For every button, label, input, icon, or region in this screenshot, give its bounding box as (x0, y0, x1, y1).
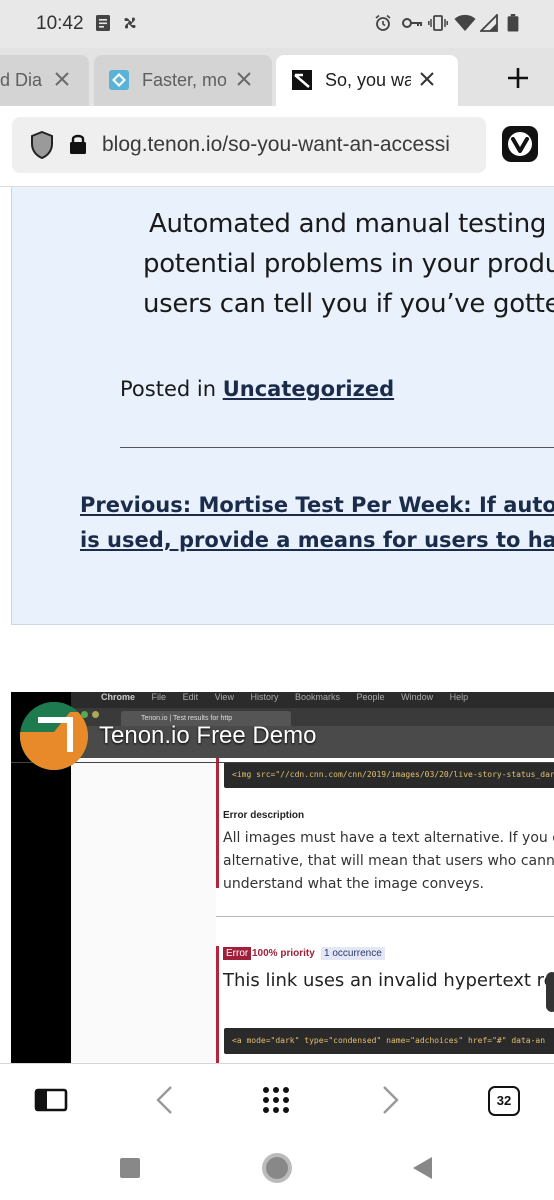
article-text-line: users can tell you if you’ve gotten (143, 289, 554, 319)
notes-icon (96, 15, 110, 31)
error-accent-bar (216, 758, 219, 888)
back-icon[interactable] (147, 1082, 183, 1118)
posted-in-label: Posted in (120, 377, 217, 401)
tab-strip: d Dia Faster, mo So, you wa (0, 48, 554, 106)
error-description-label: Error description (223, 810, 305, 821)
code-snippet: <a mode="dark" type="condensed" name="ad… (224, 1028, 554, 1054)
vibrate-icon (428, 15, 448, 31)
video-screen-sidebar (71, 758, 217, 1063)
wifi-icon (454, 14, 476, 31)
tab-1[interactable]: d Dia (0, 55, 89, 106)
video-player[interactable]: Chrome File Edit View History Bookmarks … (11, 692, 554, 1063)
vivaldi-logo-icon (508, 132, 532, 156)
article-text-line: potential problems in your produ (143, 249, 554, 279)
occurrence-badge: 1 occurrence (321, 947, 385, 960)
speed-dial-grid-icon[interactable] (258, 1082, 294, 1118)
channel-avatar[interactable] (20, 702, 88, 770)
lock-icon (70, 134, 86, 154)
priority-badge: 100% priority (252, 948, 315, 959)
code-snippet: <img src="//cdn.cnn.com/cnn/2019/images/… (224, 762, 554, 788)
issue-title: This link uses an invalid hypertext ref (223, 970, 554, 991)
address-bar-row: blog.tenon.io/so-you-want-an-accessi (0, 106, 554, 187)
video-screen-menubar: Chrome File Edit View History Bookmarks … (71, 692, 554, 708)
category-link[interactable]: Uncategorized (223, 377, 394, 401)
bottom-toolbar: 32 (0, 1063, 554, 1136)
video-screen-panel: <img src="//cdn.cnn.com/cnn/2019/images/… (216, 758, 554, 1063)
site-favicon-icon (109, 70, 129, 90)
fan-icon (124, 17, 136, 29)
key-icon (402, 18, 422, 28)
tenon-logo-icon (20, 702, 88, 770)
tab-switcher-button[interactable]: 32 (488, 1086, 520, 1116)
system-nav-bar (0, 1135, 554, 1200)
video-screen-content: <img src="//cdn.cnn.com/cnn/2019/images/… (71, 758, 554, 1063)
tab-title: Faster, mo (142, 70, 226, 90)
error-text-line: alternative, that will mean that users w… (223, 853, 554, 869)
new-tab-plus-icon[interactable] (505, 65, 531, 91)
divider (120, 447, 554, 448)
address-bar[interactable]: blog.tenon.io/so-you-want-an-accessi (12, 117, 486, 173)
scroll-handle[interactable] (546, 972, 554, 1012)
error-accent-bar (216, 946, 219, 1063)
tab-title: d Dia (0, 70, 43, 90)
alarm-icon (375, 14, 391, 31)
battery-icon (507, 14, 519, 32)
home-circle-icon[interactable] (259, 1150, 295, 1186)
divider (216, 916, 554, 917)
forward-icon[interactable] (372, 1082, 408, 1118)
posted-in: Posted in Uncategorized (120, 377, 394, 401)
back-triangle-icon[interactable] (408, 1153, 438, 1183)
status-time: 10:42 (36, 13, 84, 34)
error-text-line: All images must have a text alternative.… (223, 830, 554, 846)
error-text-line: understand what the image conveys. (223, 876, 484, 892)
article-text-line: Automated and manual testing (149, 209, 547, 239)
previous-post-link[interactable]: Previous: Mortise Test Per Week: If auto… (80, 493, 554, 517)
tab-2[interactable]: Faster, mo (94, 55, 272, 106)
post-card: Automated and manual testing potential p… (11, 187, 554, 625)
tab-active[interactable]: So, you wa (276, 55, 458, 106)
web-page[interactable]: Automated and manual testing potential p… (0, 187, 554, 1063)
shield-icon[interactable] (30, 131, 54, 159)
site-favicon-icon (292, 70, 312, 90)
url-text[interactable]: blog.tenon.io/so-you-want-an-accessi (102, 133, 480, 157)
close-icon[interactable] (234, 69, 254, 89)
video-title[interactable]: Tenon.io Free Demo (99, 722, 316, 750)
vivaldi-menu-button[interactable] (502, 126, 538, 162)
close-icon[interactable] (417, 69, 437, 89)
previous-post-link[interactable]: is used, provide a means for users to ha… (80, 528, 554, 552)
close-icon[interactable] (52, 69, 72, 89)
recents-square-icon[interactable] (115, 1153, 145, 1183)
status-bar: 10:42 (0, 0, 554, 48)
video-overlay-divider (11, 762, 554, 763)
panel-toggle-icon[interactable] (33, 1082, 69, 1118)
tab-title: So, you wa (325, 70, 411, 90)
error-badge: Error (223, 947, 252, 960)
signal-icon (480, 14, 498, 32)
